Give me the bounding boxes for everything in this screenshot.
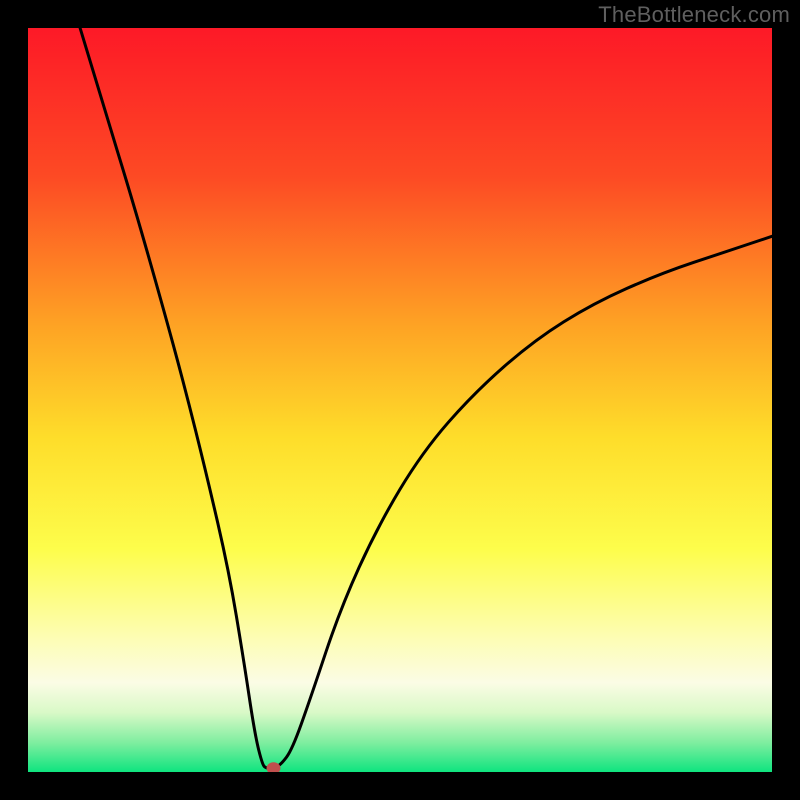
chart-svg [28,28,772,772]
chart-frame: TheBottleneck.com [0,0,800,800]
plot-area [28,28,772,772]
gradient-background [28,28,772,772]
watermark-text: TheBottleneck.com [598,2,790,28]
